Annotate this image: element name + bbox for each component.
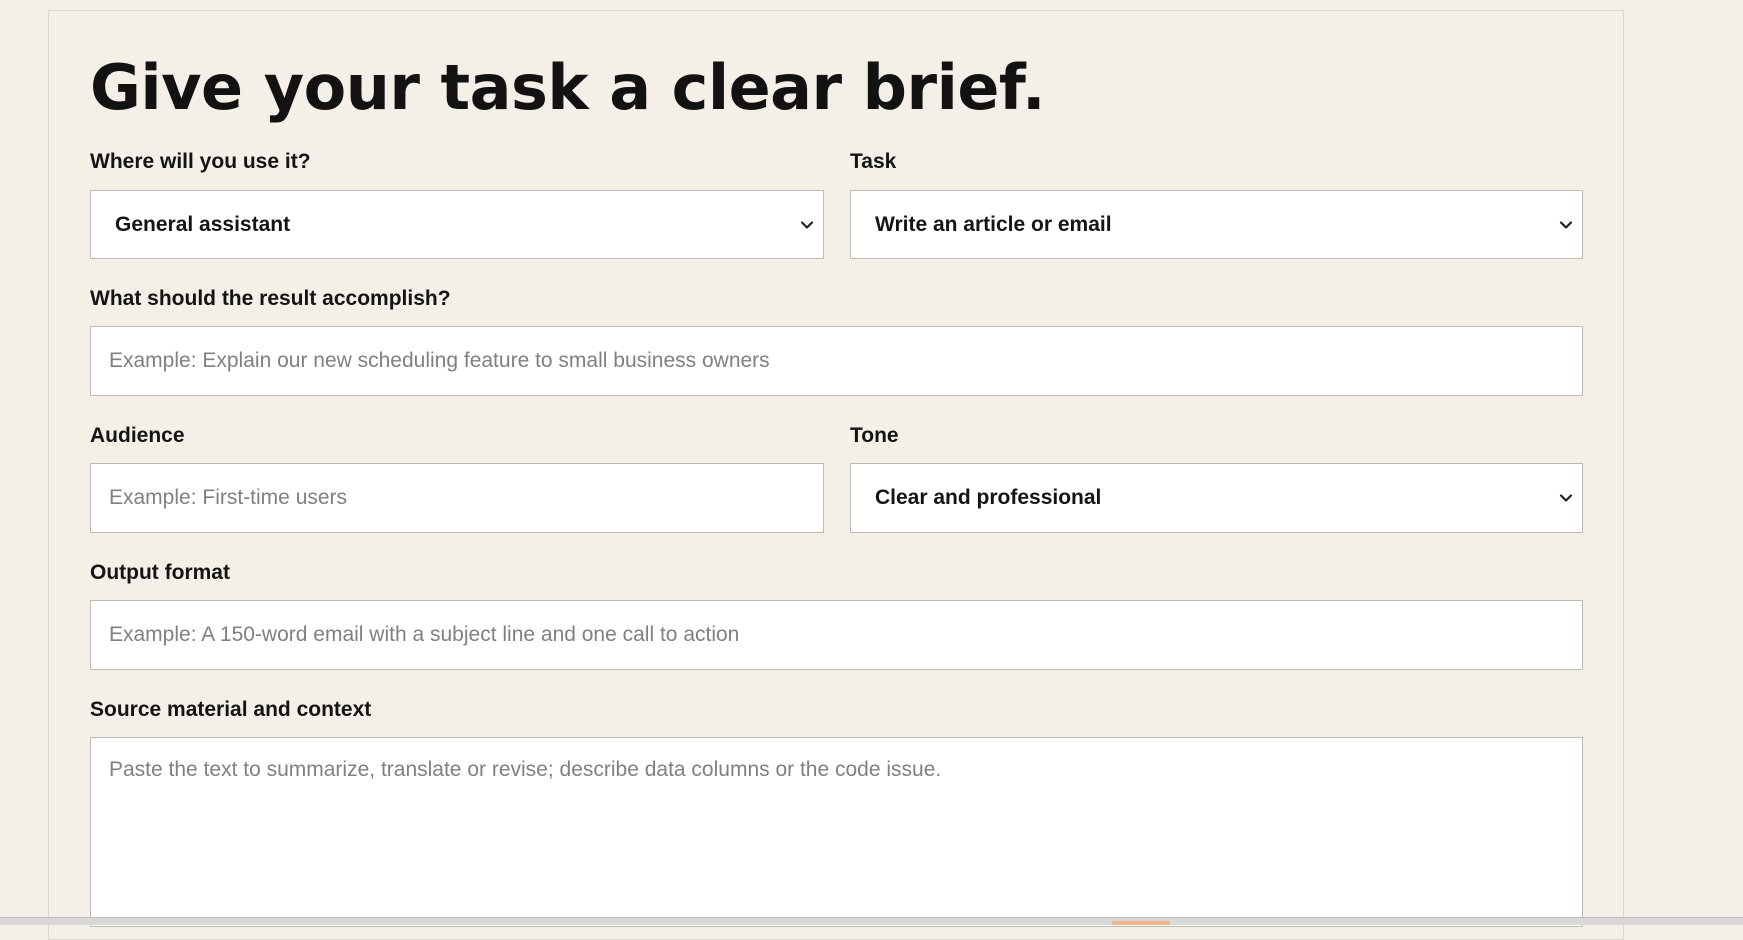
source-textarea-placeholder: Paste the text to summarize, translate o… <box>109 758 942 781</box>
tone-selected-value: Clear and professional <box>875 486 1102 509</box>
source-label: Source material and context <box>90 698 372 721</box>
task-selected-value: Write an article or email <box>875 212 1112 236</box>
use-location-label: Where will you use it? <box>90 150 311 173</box>
audience-input[interactable]: Example: First-time users <box>90 463 824 533</box>
audience-input-placeholder: Example: First-time users <box>109 486 348 509</box>
goal-input[interactable]: Example: Explain our new scheduling feat… <box>90 326 1583 396</box>
goal-label: What should the result accomplish? <box>90 287 451 310</box>
use-location-selected-value: General assistant <box>115 212 291 236</box>
chevron-down-icon <box>1559 220 1573 229</box>
output-format-input-placeholder: Example: A 150-word email with a subject… <box>109 623 740 646</box>
tone-select[interactable]: Clear and professional <box>850 463 1583 533</box>
chevron-down-icon <box>800 220 814 229</box>
bottom-scrollbar[interactable] <box>0 917 1743 925</box>
audience-label: Audience <box>90 424 185 447</box>
task-label: Task <box>850 150 897 173</box>
page-title: Give your task a clear brief. <box>90 51 1046 124</box>
output-format-label: Output format <box>90 561 230 584</box>
bottom-scroll-thumb[interactable] <box>1112 921 1170 925</box>
goal-input-placeholder: Example: Explain our new scheduling feat… <box>109 349 770 372</box>
output-format-input[interactable]: Example: A 150-word email with a subject… <box>90 600 1583 670</box>
chevron-down-icon <box>1559 494 1573 502</box>
source-textarea[interactable]: Paste the text to summarize, translate o… <box>90 737 1583 927</box>
task-select[interactable]: Write an article or email <box>850 190 1583 259</box>
use-location-select[interactable]: General assistant <box>90 190 824 259</box>
tone-label: Tone <box>850 424 899 447</box>
